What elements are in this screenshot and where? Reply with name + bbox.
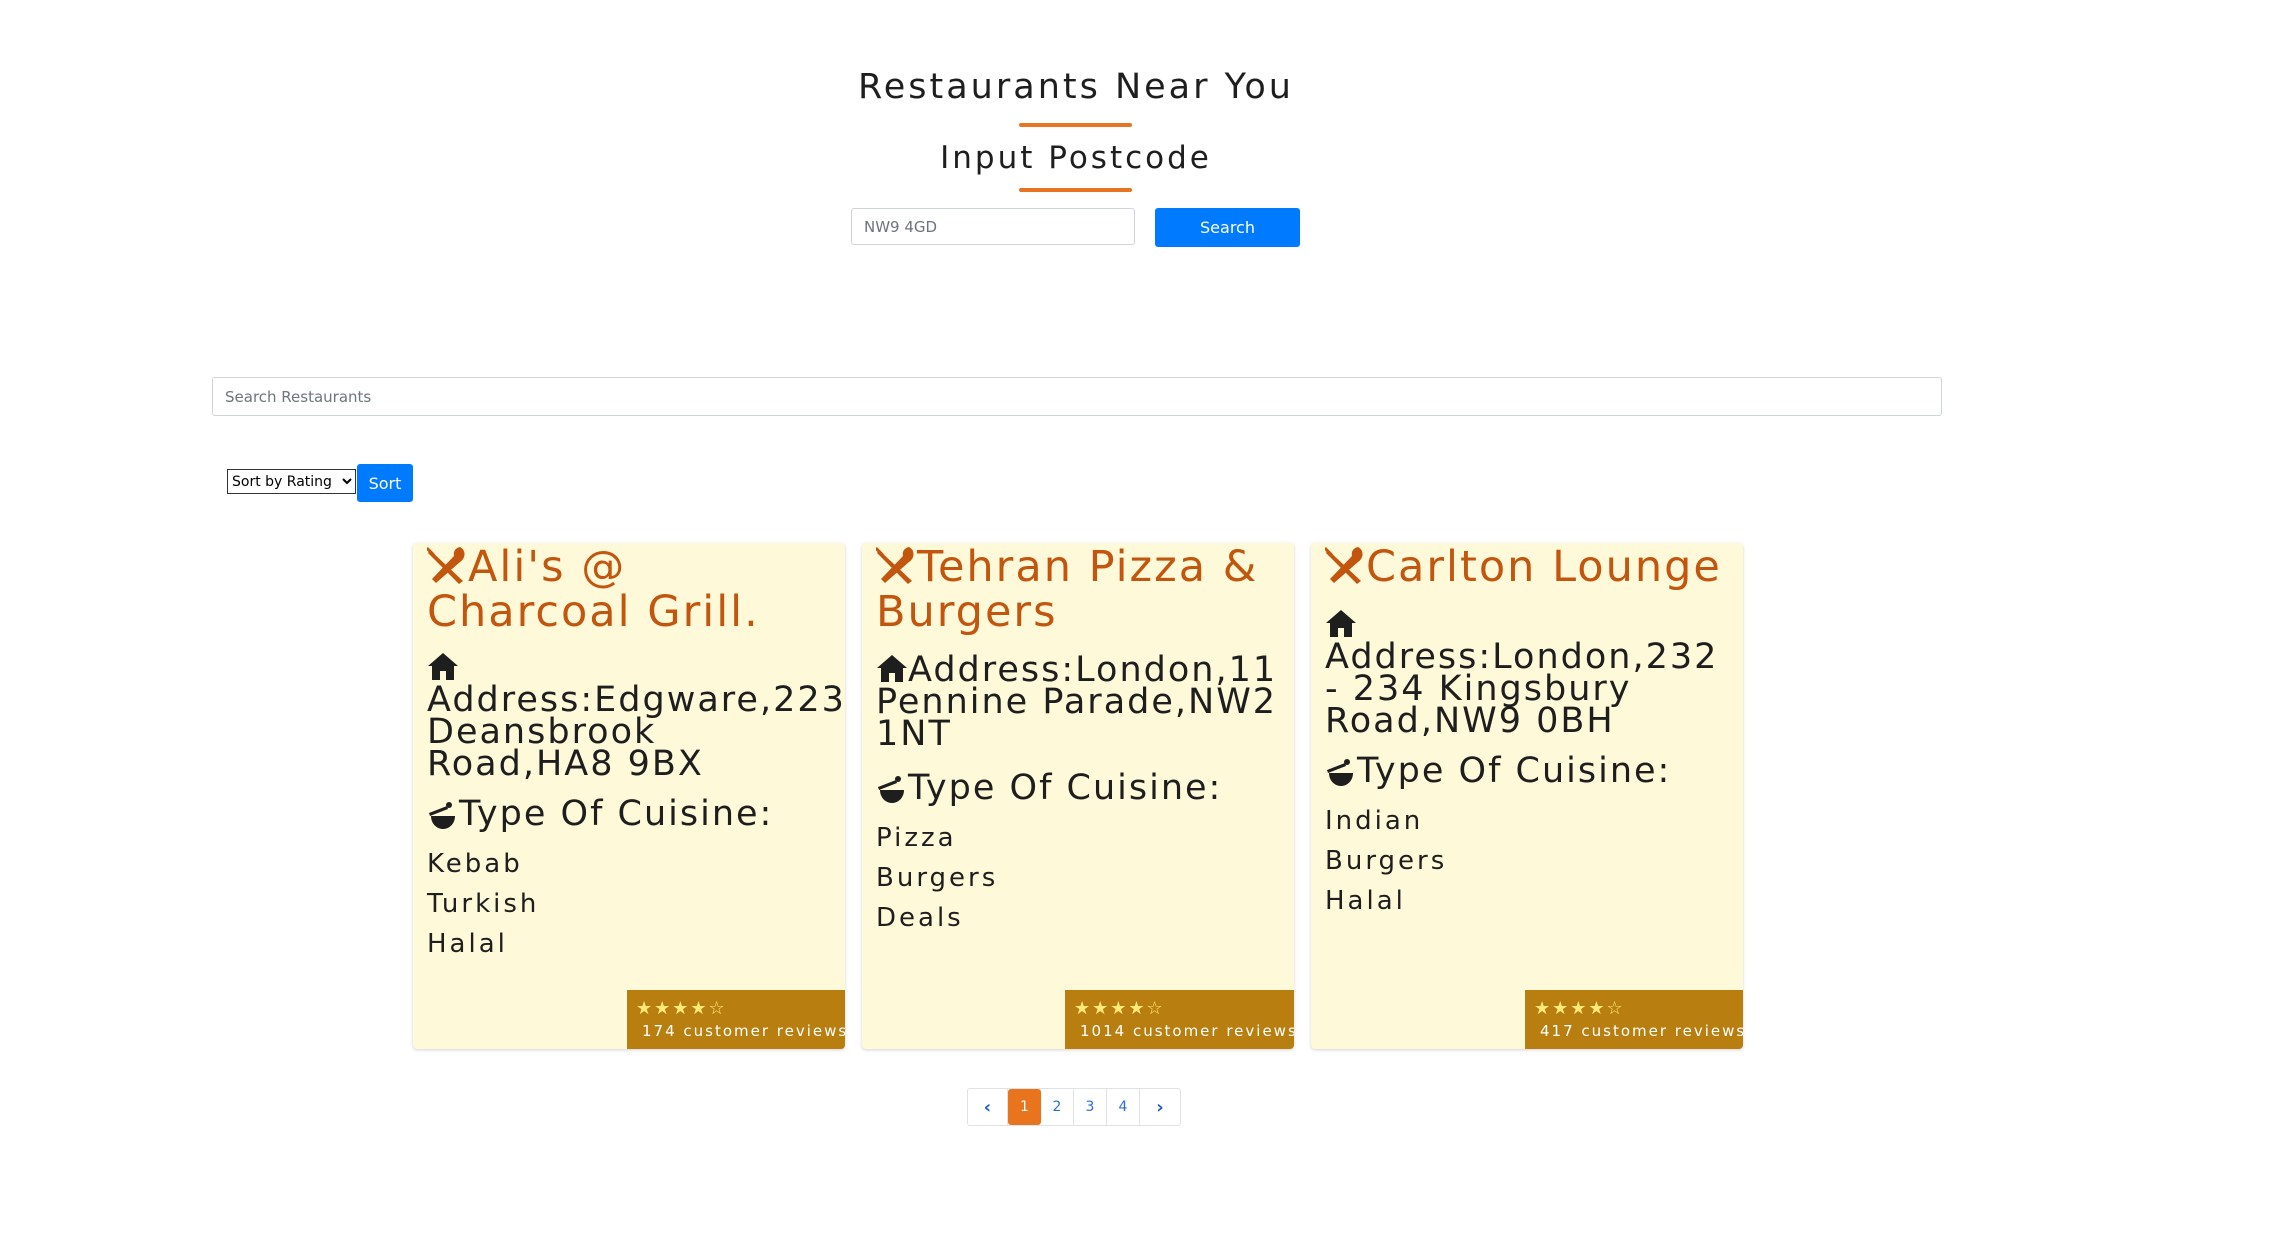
- restaurant-address-text: Address:London,11 Pennine Parade,NW2 1NT: [876, 650, 1278, 754]
- cutlery-icon: [1325, 547, 1363, 584]
- restaurant-name[interactable]: Carlton Lounge: [1325, 543, 1729, 590]
- cuisine-item: Burgers: [876, 863, 999, 893]
- cutlery-icon: [876, 547, 914, 584]
- restaurant-card: Tehran Pizza & Burgers Address:London,11…: [862, 543, 1294, 1049]
- restaurant-card: Ali's @ Charcoal Grill. Address:Edgware,…: [413, 543, 845, 1049]
- star-rating: ★★★★☆: [1534, 998, 1625, 1019]
- postcode-input[interactable]: [851, 208, 1135, 245]
- page-button-2[interactable]: 2: [1041, 1089, 1074, 1125]
- restaurant-address-text: Address:London,232 - 234 Kingsbury Road,…: [1325, 637, 1719, 741]
- review-count: 417 customer reviews: [1540, 1022, 1743, 1040]
- restaurant-address-text: Address:Edgware,223 Deansbrook Road,HA8 …: [427, 680, 845, 784]
- page-title: Restaurants Near You: [858, 67, 1294, 107]
- previous-page-button[interactable]: ‹: [968, 1089, 1008, 1125]
- cuisine-item: Deals: [876, 903, 964, 933]
- restaurant-name-text: Tehran Pizza & Burgers: [876, 543, 1259, 637]
- cuisine-item: Pizza: [876, 823, 957, 853]
- restaurant-name[interactable]: Ali's @ Charcoal Grill.: [427, 543, 831, 635]
- subtitle-divider: [1019, 188, 1132, 192]
- cutlery-icon: [427, 547, 465, 584]
- rating-badge: ★★★★☆ 174 customer reviews: [627, 990, 845, 1049]
- rating-badge: ★★★★☆ 1014 customer reviews: [1065, 990, 1294, 1049]
- cuisine-list: Kebab Turkish Halal: [427, 844, 831, 964]
- cuisine-item: Turkish: [427, 889, 540, 919]
- title-divider: [1019, 123, 1132, 127]
- restaurant-search-input[interactable]: [212, 377, 1942, 416]
- restaurant-address: Address:London,11 Pennine Parade,NW2 1NT: [876, 653, 1280, 752]
- postcode-search-button[interactable]: Search: [1155, 208, 1300, 247]
- house-icon: [1326, 610, 1356, 637]
- cuisine-heading-text: Type Of Cuisine:: [1357, 751, 1672, 791]
- rating-badge: ★★★★☆ 417 customer reviews: [1525, 990, 1743, 1049]
- cooking-pot-icon: [1327, 759, 1353, 786]
- cuisine-heading: Type Of Cuisine:: [427, 794, 831, 834]
- cuisine-heading: Type Of Cuisine:: [876, 768, 1280, 808]
- page-button-1[interactable]: 1: [1008, 1089, 1041, 1125]
- cuisine-heading-text: Type Of Cuisine:: [459, 794, 774, 834]
- pagination: ‹ 1 2 3 4 ›: [967, 1088, 1181, 1126]
- house-icon: [428, 653, 458, 680]
- cooking-pot-icon: [429, 802, 455, 829]
- star-rating: ★★★★☆: [636, 998, 727, 1019]
- restaurant-address: Address:London,232 - 234 Kingsbury Road,…: [1325, 608, 1729, 739]
- restaurant-name-text: Ali's @ Charcoal Grill.: [427, 543, 760, 637]
- house-icon: [877, 655, 907, 682]
- cuisine-list: Indian Burgers Halal: [1325, 801, 1729, 921]
- cuisine-item: Burgers: [1325, 846, 1448, 876]
- cooking-pot-icon: [878, 776, 904, 803]
- cuisine-item: Halal: [427, 929, 508, 959]
- cuisine-item: Indian: [1325, 806, 1424, 836]
- restaurant-address: Address:Edgware,223 Deansbrook Road,HA8 …: [427, 651, 844, 782]
- cuisine-heading: Type Of Cuisine:: [1325, 751, 1729, 791]
- cuisine-heading-text: Type Of Cuisine:: [908, 768, 1223, 808]
- sort-select[interactable]: Sort by Rating: [227, 469, 356, 494]
- cuisine-item: Halal: [1325, 886, 1406, 916]
- page-button-4[interactable]: 4: [1107, 1089, 1140, 1125]
- star-rating: ★★★★☆: [1074, 998, 1165, 1019]
- cuisine-item: Kebab: [427, 849, 523, 879]
- page-button-3[interactable]: 3: [1074, 1089, 1107, 1125]
- restaurant-name-text: Carlton Lounge: [1366, 543, 1722, 592]
- restaurant-card: Carlton Lounge Address:London,232 - 234 …: [1311, 543, 1743, 1049]
- restaurant-name[interactable]: Tehran Pizza & Burgers: [876, 543, 1280, 635]
- sort-button[interactable]: Sort: [357, 464, 413, 502]
- cuisine-list: Pizza Burgers Deals: [876, 818, 1280, 938]
- next-page-button[interactable]: ›: [1140, 1089, 1180, 1125]
- postcode-heading: Input Postcode: [940, 140, 1212, 176]
- review-count: 1014 customer reviews: [1080, 1022, 1294, 1040]
- review-count: 174 customer reviews: [642, 1022, 845, 1040]
